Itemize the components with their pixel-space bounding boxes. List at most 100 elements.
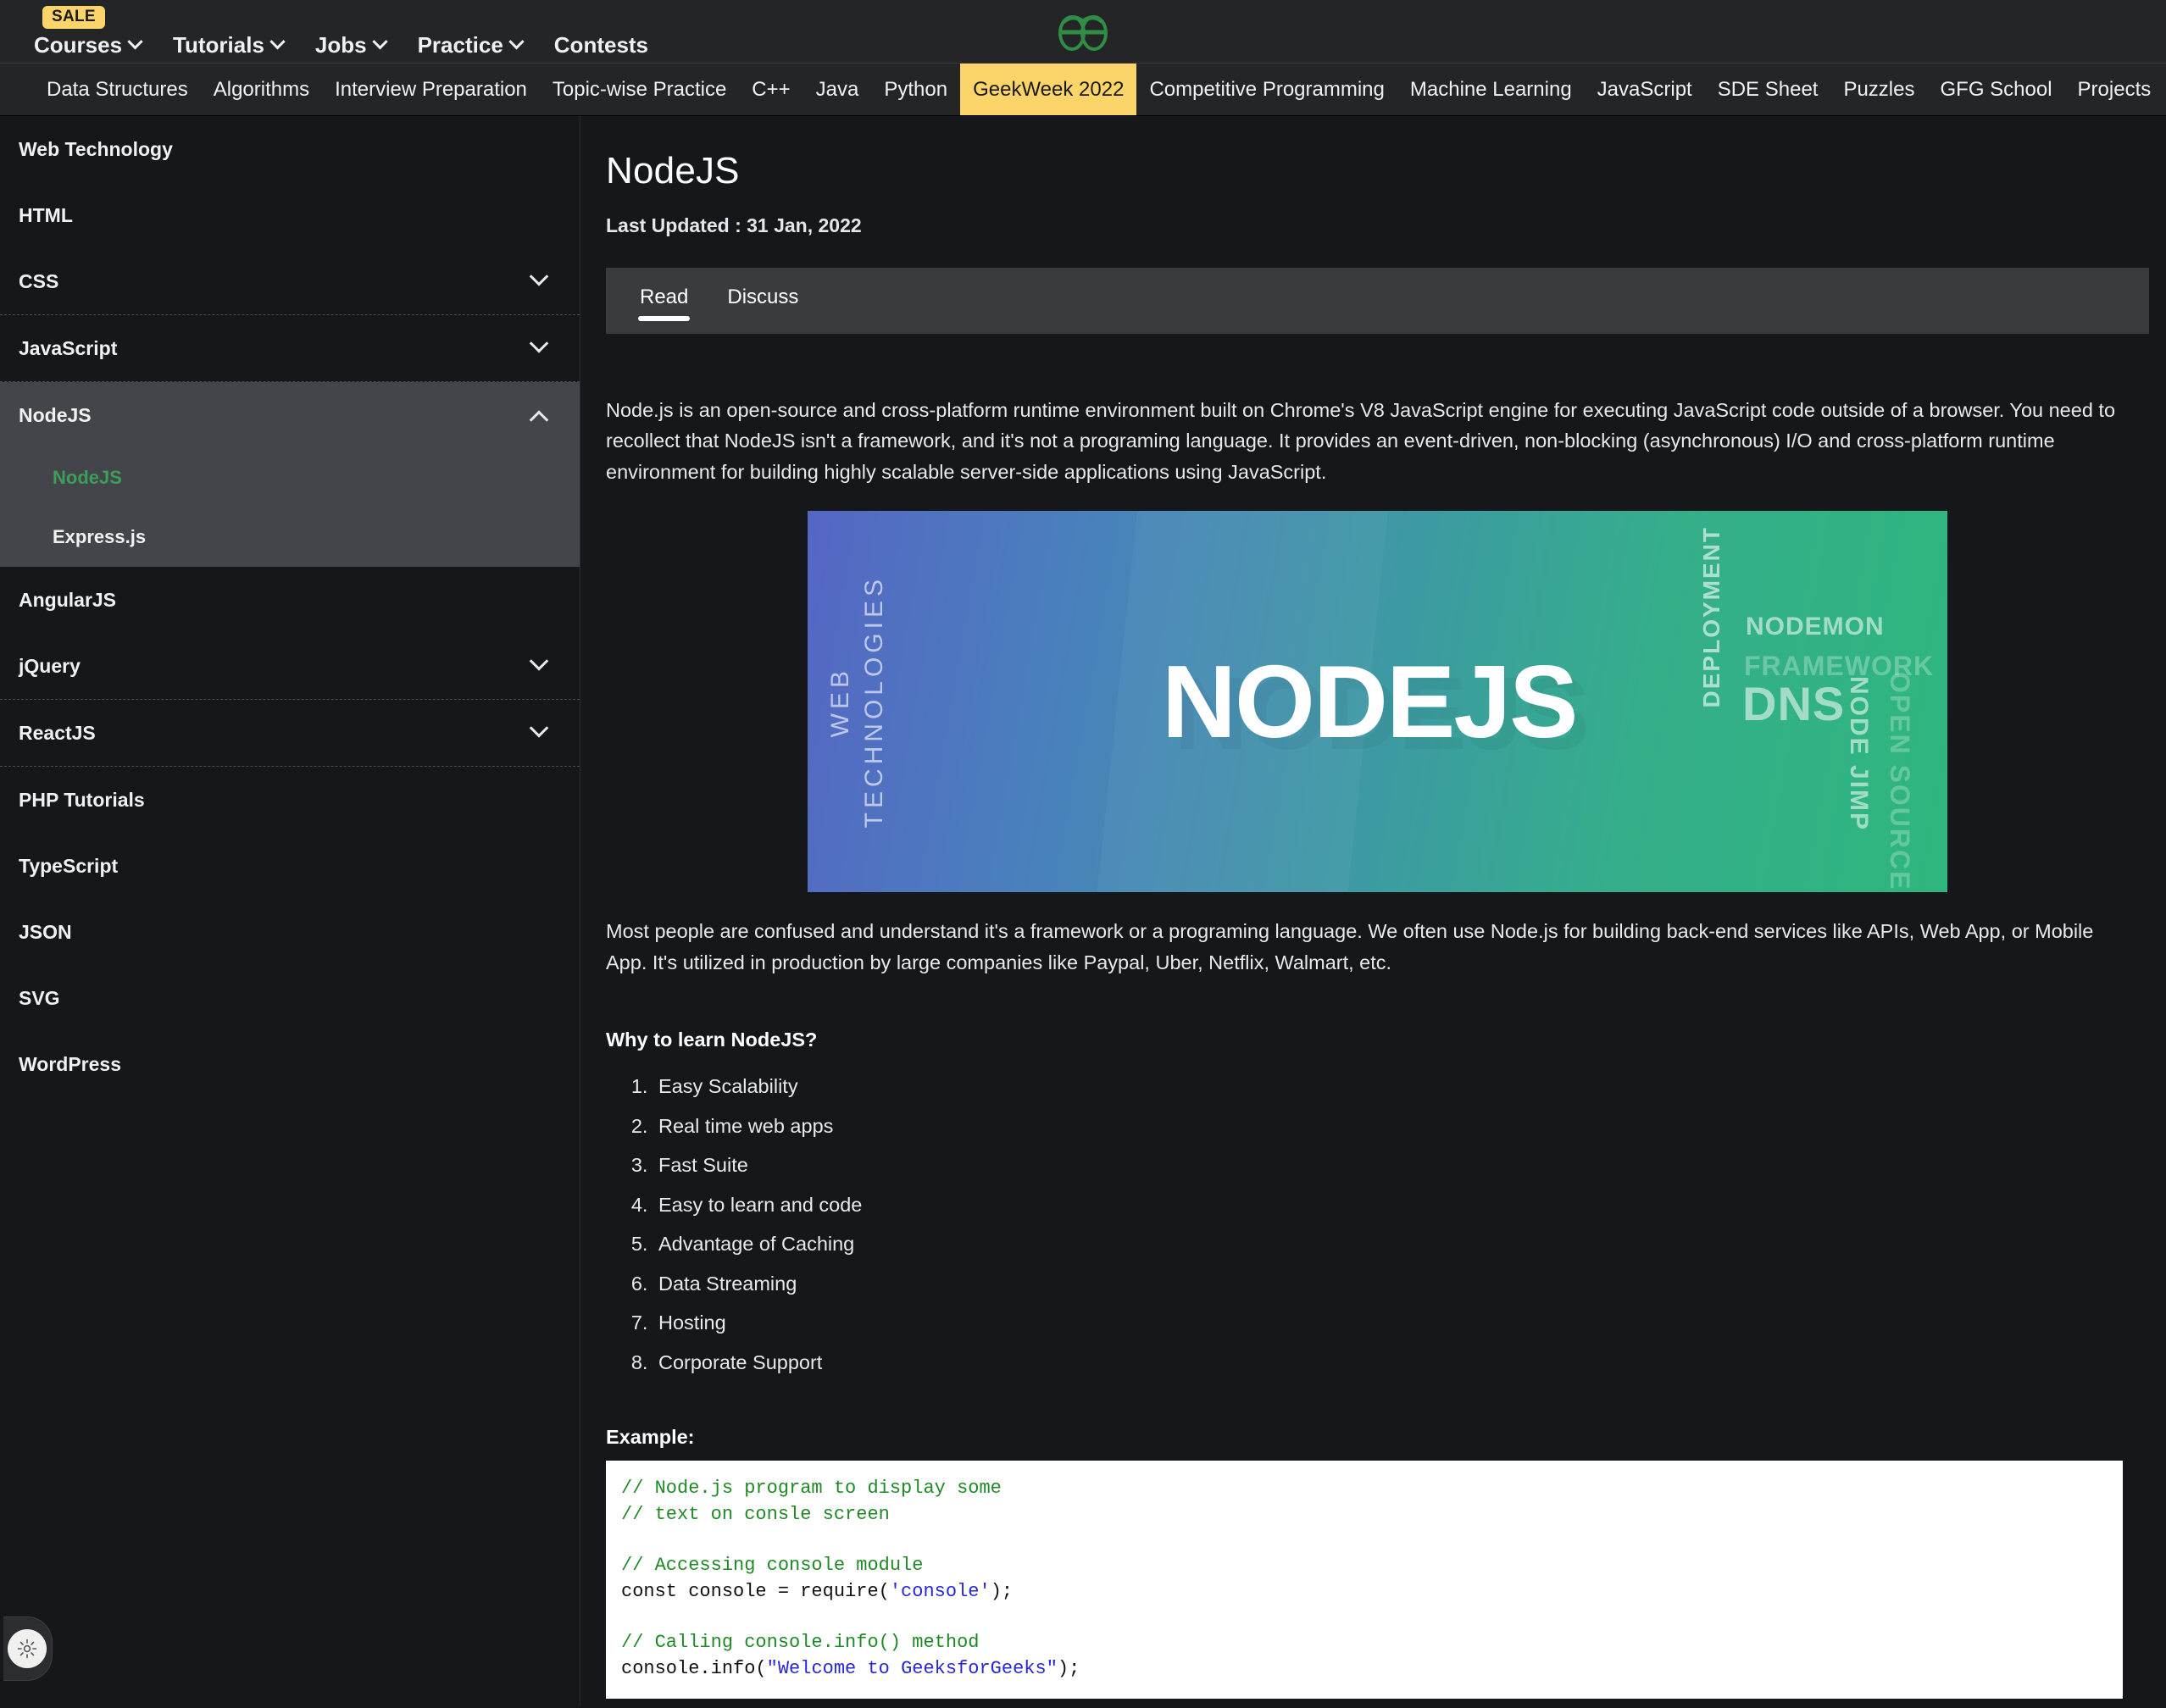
chevron-down-icon [127, 34, 142, 49]
sidebar-item-label: TypeScript [19, 855, 118, 878]
sidebar-item-svg[interactable]: SVG [0, 965, 580, 1031]
theme-toggle-button[interactable] [3, 1616, 53, 1681]
list-item: Easy to learn and code [653, 1185, 2149, 1225]
subnav-item-python[interactable]: Python [871, 64, 960, 115]
sidebar-item-json[interactable]: JSON [0, 899, 580, 965]
subnav-item-java[interactable]: Java [803, 64, 872, 115]
nav-item-courses-label: Courses [34, 34, 122, 56]
banner-left-labels: WEB TECHNOLOGIES [826, 511, 889, 892]
sidebar-subitem-express-js[interactable]: Express.js [0, 507, 580, 567]
code-line [621, 1528, 2108, 1553]
chevron-down-icon [530, 718, 549, 738]
code-line: // Accessing console module [621, 1553, 2108, 1578]
sidebar-item-label: HTML [19, 204, 73, 227]
sidebar-item-wordpress[interactable]: WordPress [0, 1031, 580, 1097]
list-item: Corporate Support [653, 1343, 2149, 1383]
subnav-item-interview-preparation[interactable]: Interview Preparation [322, 64, 540, 115]
subnav-item-geekweek-2022[interactable]: GeekWeek 2022 [960, 64, 1136, 115]
subnav-item-puzzles[interactable]: Puzzles [1830, 64, 1927, 115]
sale-badge: SALE [42, 6, 105, 29]
subnav-item-gfg-school[interactable]: GFG School [1928, 64, 2065, 115]
subnav-item-data-structures[interactable]: Data Structures [34, 64, 201, 115]
chevron-down-icon [269, 34, 285, 49]
nav-item-contests[interactable]: Contests [554, 34, 648, 56]
sidebar-item-nodejs[interactable]: NodeJS [0, 382, 580, 448]
subnav-item-topic-wise-practice[interactable]: Topic-wise Practice [540, 64, 739, 115]
nav-item-courses[interactable]: Courses [34, 34, 141, 56]
banner-keyword-nodemon: NODEMON [1746, 613, 1885, 641]
banner-keywords: DEPLOYMENT NODEMON FRAMEWORK DNS NODE JI… [1693, 511, 1947, 892]
sidebar-item-label: jQuery [19, 655, 81, 678]
subnav-item-machine-learning[interactable]: Machine Learning [1397, 64, 1585, 115]
code-text: console.info( [621, 1658, 767, 1679]
code-comment: // Calling console.info() method [621, 1632, 979, 1653]
top-navigation-bar: SALE Courses Tutorials Jobs Practice Con… [0, 0, 2166, 64]
sidebar-item-angularjs[interactable]: AngularJS [0, 567, 580, 633]
list-item: Easy Scalability [653, 1067, 2149, 1106]
content-tabs: Read Discuss [606, 268, 2149, 334]
banner-keyword-open-source: OPEN SOURCE [1884, 672, 1915, 890]
sidebar-item-reactjs[interactable]: ReactJS [0, 700, 580, 766]
code-line [621, 1605, 2108, 1630]
banner-keyword-dns: DNS [1742, 676, 1845, 731]
tab-discuss[interactable]: Discuss [725, 280, 800, 321]
code-comment: // Accessing console module [621, 1555, 923, 1576]
sidebar-item-html[interactable]: HTML [0, 182, 580, 248]
main-content: NodeJS Last Updated : 31 Jan, 2022 Read … [580, 116, 2166, 1706]
sidebar-item-label: SVG [19, 987, 60, 1010]
code-line: console.info("Welcome to GeeksforGeeks")… [621, 1656, 2108, 1682]
list-item: Real time web apps [653, 1106, 2149, 1146]
subnav-item-sde-sheet[interactable]: SDE Sheet [1705, 64, 1831, 115]
list-item: Fast Suite [653, 1145, 2149, 1185]
code-text: ); [1058, 1658, 1080, 1679]
banner-keyword-deployment: DEPLOYMENT [1698, 526, 1725, 707]
subnav-item-competitive-programming[interactable]: Competitive Programming [1136, 64, 1397, 115]
chevron-down-icon [530, 267, 549, 286]
nav-item-practice-label: Practice [418, 34, 503, 56]
sidebar-item-label: NodeJS [19, 404, 92, 427]
nav-item-jobs[interactable]: Jobs [315, 34, 386, 56]
nav-item-tutorials[interactable]: Tutorials [173, 34, 283, 56]
sidebar-item-label: PHP Tutorials [19, 789, 145, 812]
code-line: // Calling console.info() method [621, 1630, 2108, 1655]
sidebar-item-label: Web Technology [19, 138, 173, 161]
chevron-down-icon [530, 652, 549, 671]
sidebar: Web TechnologyHTMLCSSJavaScriptNodeJSNod… [0, 116, 580, 1706]
nav-item-contests-label: Contests [554, 34, 648, 56]
subnav-item-projects[interactable]: Projects [2065, 64, 2164, 115]
code-comment: // Node.js program to display some [621, 1478, 1002, 1499]
nav-item-tutorials-label: Tutorials [173, 34, 264, 56]
sidebar-subitem-nodejs[interactable]: NodeJS [0, 448, 580, 507]
tab-read[interactable]: Read [638, 280, 690, 321]
nav-item-jobs-label: Jobs [315, 34, 367, 56]
code-line: // text on consle screen [621, 1502, 2108, 1528]
sidebar-item-label: JavaScript [19, 337, 117, 360]
example-label: Example: [606, 1426, 2149, 1449]
list-item: Data Streaming [653, 1264, 2149, 1304]
sidebar-item-label: JSON [19, 921, 72, 944]
sidebar-item-web-technology[interactable]: Web Technology [0, 116, 580, 182]
sidebar-subitems-nodejs: NodeJSExpress.js [0, 448, 580, 567]
sidebar-item-label: ReactJS [19, 722, 96, 745]
sidebar-item-javascript[interactable]: JavaScript [0, 315, 580, 381]
banner-title: NODEJS [1162, 642, 1577, 761]
sidebar-item-css[interactable]: CSS [0, 248, 580, 314]
sidebar-item-typescript[interactable]: TypeScript [0, 833, 580, 899]
geeksforgeeks-logo[interactable] [1057, 10, 1109, 53]
sidebar-item-jquery[interactable]: jQuery [0, 633, 580, 699]
page-title: NodeJS [606, 150, 2149, 192]
subnav-item-c-[interactable]: C++ [739, 64, 803, 115]
secondary-nav: Data StructuresAlgorithmsInterview Prepa… [0, 64, 2166, 116]
subnav-item-javascript[interactable]: JavaScript [1585, 64, 1705, 115]
sidebar-item-label: CSS [19, 270, 58, 293]
nav-item-practice[interactable]: Practice [418, 34, 522, 56]
list-item: Advantage of Caching [653, 1224, 2149, 1264]
why-learn-list: Easy ScalabilityReal time web appsFast S… [653, 1067, 2149, 1382]
subnav-item-algorithms[interactable]: Algorithms [201, 64, 322, 115]
sun-icon [8, 1629, 47, 1668]
chevron-down-icon [530, 334, 549, 353]
code-text: ); [991, 1581, 1013, 1602]
sidebar-item-php-tutorials[interactable]: PHP Tutorials [0, 767, 580, 833]
code-string: 'console' [890, 1581, 991, 1602]
why-learn-heading: Why to learn NodeJS? [606, 1029, 2149, 1051]
